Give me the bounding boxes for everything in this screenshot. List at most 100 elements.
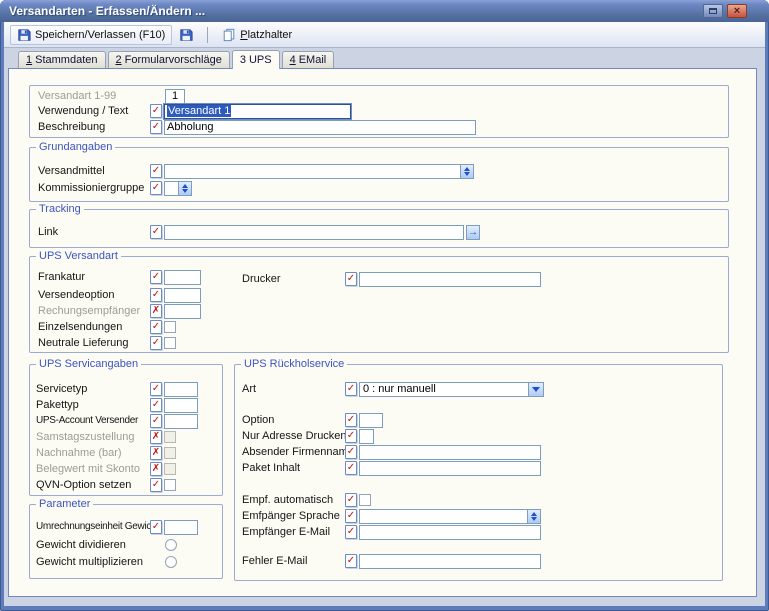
flag-check-icon[interactable] [150,288,162,302]
flag-check-icon[interactable] [150,104,162,118]
fehler-email-input[interactable] [359,553,541,569]
qvn-label: QVN-Option setzen [36,479,132,491]
absender-input[interactable] [359,444,541,460]
drucker-input[interactable] [359,271,541,287]
ups-account-label: UPS-Account Versender [36,415,139,426]
section-title: Parameter [36,498,94,510]
flag-check-icon[interactable] [345,382,357,396]
kommissioniergruppe-combo[interactable] [164,180,192,196]
ups-account-input[interactable] [164,413,198,429]
field-row-servicetyp: Servicetyp [36,381,220,397]
tab-ups[interactable]: 3 UPS [231,50,280,69]
flag-check-icon[interactable] [345,429,357,443]
flag-check-icon[interactable] [150,382,162,396]
open-link-button[interactable]: → [466,224,480,240]
servicetyp-input[interactable] [164,381,198,397]
flag-check-icon[interactable] [150,164,162,178]
field-row-samstagszustellung: Samstagszustellung [36,429,220,445]
titlebar[interactable]: Versandarten - Erfassen/Ändern ... × [0,0,769,22]
empf-automatisch-checkbox[interactable] [359,494,371,506]
empfaenger-sprache-combo[interactable] [359,508,541,524]
empfaenger-email-input[interactable] [359,524,541,540]
samstagszustellung-label: Samstagszustellung [36,431,135,443]
dividieren-radio[interactable] [165,539,177,551]
field-row-belegwert: Belegwert mit Skonto [36,461,220,477]
multiplizieren-radio[interactable] [165,556,177,568]
flag-check-icon[interactable] [150,336,162,350]
field-row-versandmittel: Versandmittel [38,163,726,179]
save-button[interactable] [172,25,200,45]
field-row-rechnungsempfaenger: Rechungsempfänger [38,303,726,319]
flag-check-icon[interactable] [150,181,162,195]
chevron-down-icon[interactable] [528,382,543,396]
tab-formularvorschlaege[interactable]: 2 Formularvorschläge [107,51,230,68]
flag-cross-icon[interactable] [150,304,162,318]
flag-cross-icon[interactable] [150,430,162,444]
flag-check-icon[interactable] [345,554,357,568]
einzelsendungen-checkbox[interactable] [164,321,176,333]
spinner-icon[interactable] [178,181,191,195]
flag-check-icon[interactable] [345,272,357,286]
field-row-drucker: Drucker [242,271,726,287]
flag-check-icon[interactable] [345,461,357,475]
flag-check-icon[interactable] [345,525,357,539]
fehler-email-label: Fehler E-Mail [242,555,308,567]
tab-email[interactable]: 4 EMail [281,51,335,68]
versandart-nr-field[interactable]: 1 [165,88,185,104]
flag-check-icon[interactable] [345,445,357,459]
flag-check-icon[interactable] [345,509,357,523]
flag-check-icon[interactable] [150,120,162,134]
field-row-kommissioniergruppe: Kommissioniergruppe [38,180,726,196]
verwendung-input[interactable]: Versandart 1 [164,103,351,119]
frankatur-input[interactable] [164,269,201,285]
empf-automatisch-label: Empf. automatisch [242,494,334,506]
tab-stammdaten[interactable]: 1 Stammdaten [18,51,106,68]
option-input[interactable] [359,412,383,428]
versendeoption-input[interactable] [164,287,201,303]
flag-cross-icon[interactable] [150,446,162,460]
art-dropdown[interactable]: 0 : nur manuell [359,381,544,397]
platzhalter-button[interactable]: Platzhalter [215,25,299,45]
field-row-absender: Absender Firmenname [242,444,720,460]
flag-check-icon[interactable] [345,493,357,507]
paket-inhalt-input[interactable] [359,460,541,476]
verwendung-label: Verwendung / Text [38,105,129,117]
nur-adresse-input[interactable] [359,428,374,444]
link-input[interactable] [164,224,464,240]
flag-check-icon[interactable] [345,413,357,427]
flag-check-icon[interactable] [150,225,162,239]
section-header: Versandart 1-99 1 Verwendung / Text Vers… [29,85,729,138]
versandmittel-combo[interactable] [164,163,474,179]
flag-cross-icon[interactable] [150,462,162,476]
restore-button[interactable] [703,4,723,18]
samstagszustellung-checkbox[interactable] [164,431,176,443]
field-row-option: Option [242,412,720,428]
save-exit-button[interactable]: Speichern/Verlassen (F10) [10,24,173,45]
flag-check-icon[interactable] [150,320,162,334]
section-tracking: Tracking Link → [29,203,729,248]
neutrale-lieferung-checkbox[interactable] [164,337,176,349]
field-row-qvn: QVN-Option setzen [36,477,220,493]
field-row-pakettyp: Pakettyp [36,397,220,413]
field-row-nachnahme: Nachnahme (bar) [36,445,220,461]
field-row-empfaenger-sprache: Emfpänger Sprache [242,508,720,524]
belegwert-checkbox[interactable] [164,463,176,475]
spinner-icon[interactable] [527,509,540,523]
umrechnung-input[interactable] [164,519,198,535]
nachnahme-checkbox[interactable] [164,447,176,459]
empfaenger-sprache-label: Emfpänger Sprache [242,510,340,522]
qvn-checkbox[interactable] [164,479,176,491]
window-title: Versandarten - Erfassen/Ändern ... [9,4,206,18]
beschreibung-input[interactable] [164,119,476,135]
flag-check-icon[interactable] [150,398,162,412]
spinner-icon[interactable] [460,164,473,178]
field-row-umrechnung: Umrechnungseinheit Gewicht [36,519,220,535]
flag-check-icon[interactable] [150,520,162,534]
close-button[interactable]: × [727,4,747,18]
flag-check-icon[interactable] [150,414,162,428]
flag-check-icon[interactable] [150,270,162,284]
pakettyp-input[interactable] [164,397,198,413]
flag-check-icon[interactable] [150,478,162,492]
rechnungsempfaenger-input[interactable] [164,303,201,319]
pakettyp-label: Pakettyp [36,399,79,411]
